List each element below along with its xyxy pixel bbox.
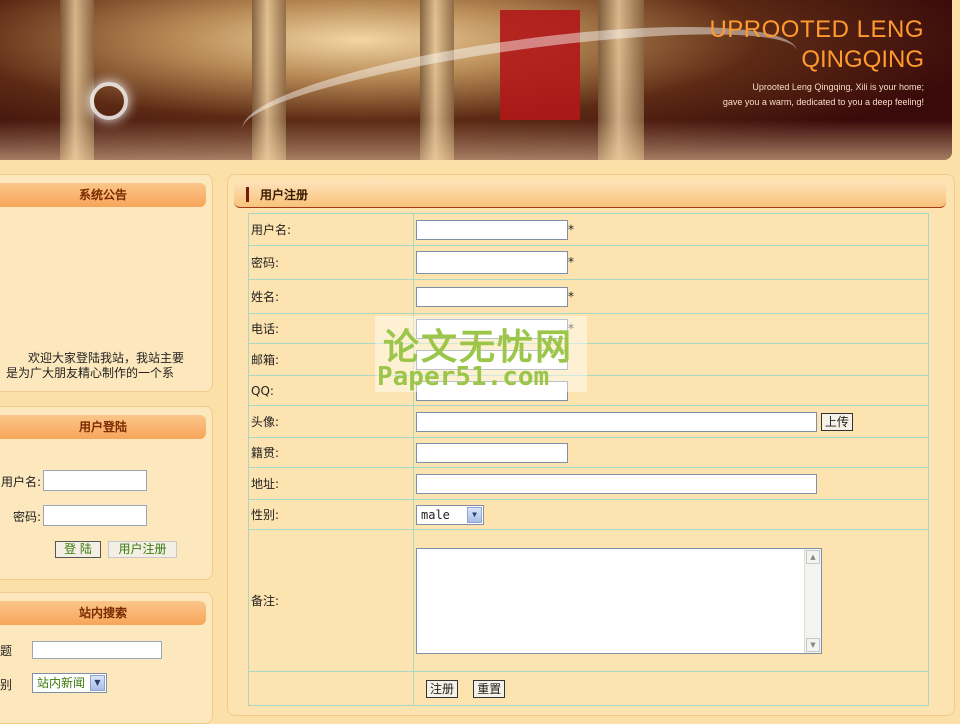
username-label: 用户名: (248, 213, 414, 246)
required-mark: * (568, 289, 574, 303)
notice-text: 欢迎大家登陆我站，我站主要 是为广大朋友精心制作的一个系 (0, 351, 200, 381)
login-password-label: 密码: (13, 510, 42, 524)
register-form: 用户名: * 密码: * 姓名: * 电话: * 邮箱: QQ: 头像: 上传 … (248, 213, 929, 706)
gender-select[interactable]: male ▼ (416, 504, 484, 525)
gender-label: 性别: (248, 499, 414, 530)
watermark: 论文无忧网 Paper51.com (375, 316, 587, 392)
form-cell (413, 437, 929, 468)
form-row: 姓名: * (248, 279, 929, 314)
login-panel: 用户登陆 用户名: 密码: 登 陆 用户注册 (0, 406, 213, 580)
search-category-select[interactable]: 站内新闻 ▼ (32, 673, 107, 693)
form-row: 用户名: * (248, 213, 929, 246)
form-cell: * (413, 213, 929, 246)
username-input[interactable] (416, 219, 568, 240)
form-cell (413, 467, 929, 500)
notice-text-line2: 是为广大朋友精心制作的一个系 (6, 366, 175, 380)
address-input[interactable] (416, 473, 817, 494)
avatar-input[interactable] (416, 411, 817, 432)
form-row: 籍贯: (248, 437, 929, 468)
form-cell: * (413, 279, 929, 314)
search-category-value: 站内新闻 (37, 676, 86, 690)
register-heading-bar: 用户注册 (234, 181, 946, 208)
notice-title: 系统公告 (0, 183, 206, 207)
form-row: 密码: * (248, 245, 929, 280)
form-row: 地址: (248, 467, 929, 500)
remark-scrollbar[interactable]: ▲ ▼ (804, 548, 821, 653)
upload-button[interactable]: 上传 (820, 412, 853, 431)
submit-button[interactable]: 注册 (426, 679, 459, 698)
register-link-button[interactable]: 用户注册 (108, 541, 177, 558)
search-title: 站内搜索 (0, 601, 206, 625)
heading-marker (246, 187, 249, 202)
name-label: 姓名: (248, 279, 414, 314)
avatar-label: 头像: (248, 405, 414, 438)
form-row: 邮箱: (248, 343, 929, 376)
form-cell: male ▼ (413, 499, 929, 530)
hometown-input[interactable] (416, 442, 568, 463)
scroll-down-icon[interactable]: ▼ (806, 637, 820, 652)
form-row: QQ: (248, 375, 929, 406)
banner-light-ring (90, 82, 128, 120)
header-banner: UPROOTED LENG QINGQING Uprooted Leng Qin… (0, 0, 952, 160)
remark-label: 备注: (248, 529, 414, 672)
chevron-down-icon: ▼ (467, 506, 482, 523)
register-heading: 用户注册 (260, 188, 309, 202)
site-tagline-line1: Uprooted Leng Qingqing, Xili is your hom… (752, 82, 924, 92)
login-title: 用户登陆 (0, 415, 206, 439)
password-input[interactable] (416, 251, 568, 274)
notice-text-line1: 欢迎大家登陆我站，我站主要 (27, 351, 184, 365)
login-password-input[interactable] (43, 505, 147, 526)
form-cell: 注册 重置 (413, 671, 929, 706)
form-row: 注册 重置 (248, 671, 929, 706)
search-category-label: 类别 (0, 678, 13, 692)
remark-textarea[interactable]: ▲ ▼ (416, 547, 822, 654)
hometown-label: 籍贯: (248, 437, 414, 468)
notice-panel: 系统公告 欢迎大家登陆我站，我站主要 是为广大朋友精心制作的一个系 (0, 174, 213, 392)
required-mark: * (568, 222, 574, 236)
site-title-line2: QINGQING (801, 46, 924, 73)
site-title-line1: UPROOTED LENG (709, 16, 924, 43)
search-panel: 站内搜索 标题 类别 站内新闻 ▼ (0, 592, 213, 724)
form-cell: * (413, 245, 929, 280)
form-row: 备注: ▲ ▼ (248, 529, 929, 672)
login-button[interactable]: 登 陆 (55, 541, 101, 558)
required-mark: * (568, 255, 574, 269)
register-panel: 用户注册 用户名: * 密码: * 姓名: * 电话: * 邮箱: QQ: 头像… (227, 174, 955, 716)
watermark-line2: Paper51.com (377, 362, 550, 392)
site-tagline-line2: gave you a warm, dedicated to you a deep… (722, 97, 924, 107)
search-title-label: 标题 (0, 644, 13, 658)
gender-value: male (421, 507, 450, 522)
form-row: 头像: 上传 (248, 405, 929, 438)
search-title-input[interactable] (32, 641, 162, 659)
reset-button[interactable]: 重置 (473, 679, 506, 698)
banner-floor (0, 120, 952, 160)
password-label: 密码: (248, 245, 414, 280)
form-cell (248, 671, 414, 706)
form-cell: ▲ ▼ (413, 529, 929, 672)
form-row: 性别: male ▼ (248, 499, 929, 530)
login-username-label: 用户名: (1, 475, 42, 489)
chevron-down-icon: ▼ (90, 675, 105, 691)
login-username-input[interactable] (43, 470, 147, 491)
scroll-up-icon[interactable]: ▲ (806, 549, 820, 564)
form-row: 电话: * (248, 313, 929, 344)
address-label: 地址: (248, 467, 414, 500)
name-input[interactable] (416, 286, 568, 307)
form-cell: 上传 (413, 405, 929, 438)
